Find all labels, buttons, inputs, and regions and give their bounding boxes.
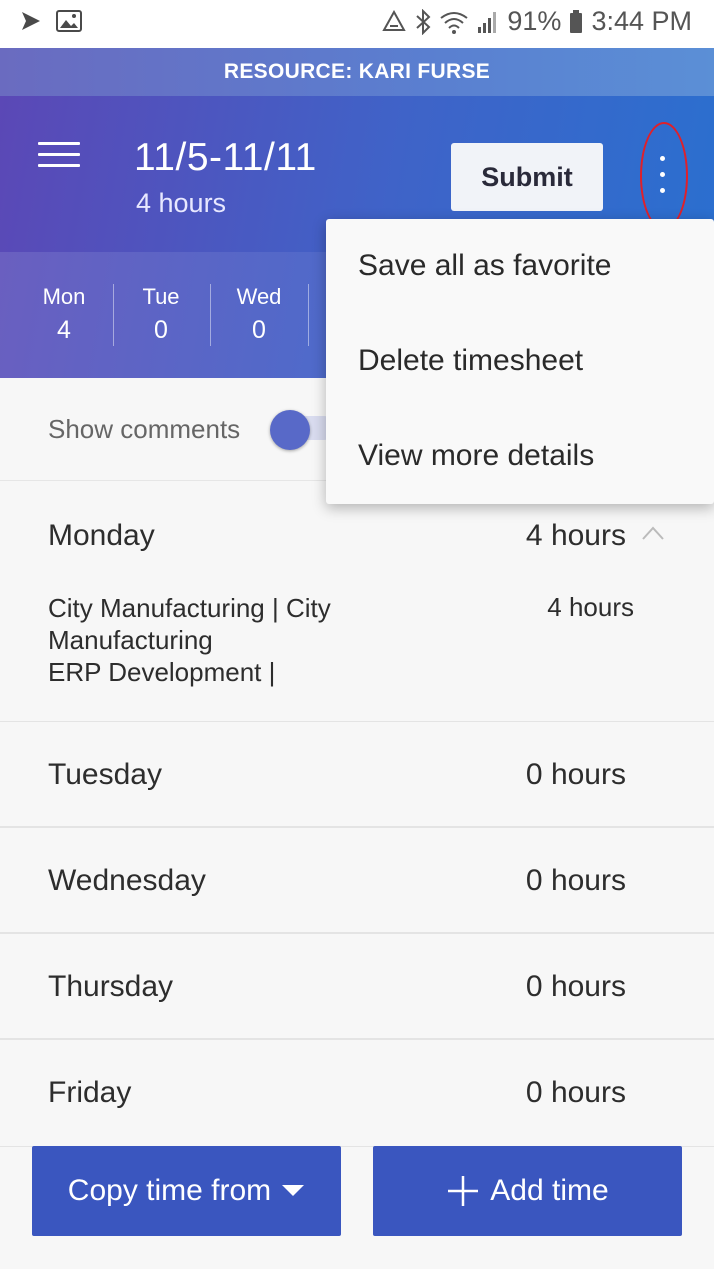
- day-name: Monday: [48, 519, 155, 552]
- day-name: Tuesday: [48, 758, 162, 791]
- more-options-icon[interactable]: [640, 122, 688, 230]
- entry-line: Manufacturing: [48, 625, 213, 655]
- resource-banner: RESOURCE: KARI FURSE: [0, 48, 714, 96]
- day-name: Wednesday: [48, 864, 206, 897]
- comments-toggle[interactable]: [270, 410, 310, 450]
- copy-time-label: Copy time from: [67, 1174, 272, 1207]
- week-day-hours: 0: [252, 316, 266, 344]
- week-day-label: Wed: [236, 284, 282, 309]
- play-store-icon: [20, 10, 42, 37]
- entry-line: City Manufacturing | City: [48, 593, 331, 623]
- battery-icon: [569, 9, 583, 34]
- chevron-up-icon[interactable]: [642, 526, 664, 540]
- week-day-mon[interactable]: Mon 4: [16, 284, 112, 345]
- menu-item-delete-timesheet[interactable]: Delete timesheet: [358, 344, 583, 378]
- plus-icon: [448, 1176, 479, 1206]
- submit-button[interactable]: Submit: [451, 143, 603, 211]
- caret-down-icon: [282, 1185, 305, 1196]
- signal-icon: [477, 10, 499, 34]
- entry-line: ERP Development |: [48, 657, 276, 687]
- add-time-button[interactable]: Add time: [373, 1146, 682, 1236]
- menu-item-view-more-details[interactable]: View more details: [358, 439, 594, 473]
- day-row-wednesday[interactable]: Wednesday 0 hours: [0, 828, 714, 934]
- gallery-icon: [56, 10, 82, 37]
- week-day-tue[interactable]: Tue 0: [113, 284, 209, 345]
- day-name: Thursday: [48, 970, 174, 1003]
- more-options-menu: Save all as favorite Delete timesheet Vi…: [326, 219, 714, 504]
- week-day-hours: 0: [154, 316, 168, 344]
- day-hours: 0 hours: [525, 1076, 626, 1109]
- day-hours: 0 hours: [525, 970, 626, 1003]
- day-name: Friday: [48, 1076, 132, 1109]
- bluetooth-icon: [415, 8, 431, 35]
- divider: [308, 284, 309, 346]
- day-row-friday[interactable]: Friday 0 hours: [0, 1040, 714, 1146]
- show-comments-label: Show comments: [48, 414, 241, 444]
- wifi-icon: [439, 10, 469, 34]
- time-entry-project[interactable]: City Manufacturing | City Manufacturing …: [48, 592, 388, 688]
- week-day-label: Mon: [42, 284, 86, 309]
- time-entry-hours: 4 hours: [547, 592, 634, 622]
- battery-percent: 91%: [507, 6, 562, 36]
- menu-item-save-all-favorite[interactable]: Save all as favorite: [358, 249, 611, 283]
- add-time-label: Add time: [490, 1174, 609, 1207]
- sync-icon: [381, 9, 407, 34]
- copy-time-from-button[interactable]: Copy time from: [32, 1146, 341, 1236]
- week-day-label: Tue: [142, 284, 180, 309]
- day-hours: 0 hours: [525, 758, 626, 791]
- day-row-tuesday[interactable]: Tuesday 0 hours: [0, 722, 714, 828]
- hamburger-menu-icon[interactable]: [38, 142, 82, 170]
- clock: 3:44 PM: [591, 6, 692, 36]
- day-row-thursday[interactable]: Thursday 0 hours: [0, 934, 714, 1040]
- week-day-wed[interactable]: Wed 0: [211, 284, 307, 345]
- period-title: 11/5-11/11: [134, 136, 317, 179]
- total-hours: 4 hours: [136, 188, 227, 218]
- status-bar: 91% 3:44 PM: [0, 0, 714, 48]
- day-hours: 0 hours: [525, 864, 626, 897]
- day-hours: 4 hours: [525, 519, 626, 552]
- week-day-hours: 4: [57, 316, 71, 344]
